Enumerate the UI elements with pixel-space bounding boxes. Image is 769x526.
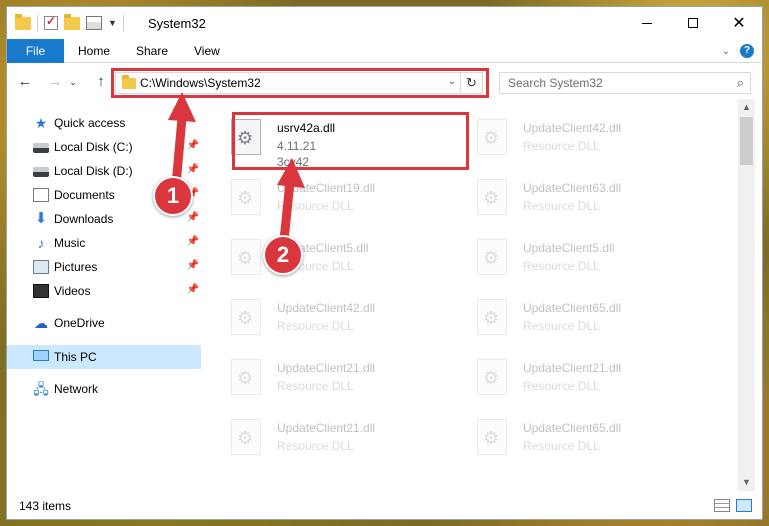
step-1-badge: 1: [153, 176, 193, 216]
arrow-2: [277, 158, 305, 245]
annotation-arrows: [168, 92, 305, 245]
step-2-badge: 2: [263, 235, 303, 275]
arrow-1: [168, 92, 196, 190]
